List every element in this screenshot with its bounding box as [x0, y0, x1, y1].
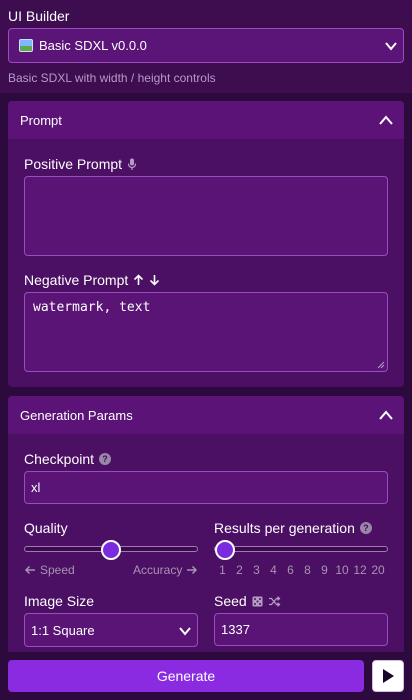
- seed-input[interactable]: 1337: [214, 613, 388, 646]
- checkpoint-label: Checkpoint ?: [24, 451, 112, 467]
- help-icon[interactable]: ?: [99, 453, 112, 465]
- results-tick[interactable]: 8: [299, 563, 316, 577]
- negative-prompt-label: Negative Prompt: [24, 272, 160, 288]
- results-tick[interactable]: 3: [248, 563, 265, 577]
- quality-speed-hint: Speed: [24, 563, 75, 577]
- generation-params-panel: Generation Params Checkpoint ? xl Qualit…: [8, 396, 404, 658]
- arrow-right-icon: [187, 565, 198, 575]
- image-size-value: 1:1 Square: [31, 622, 95, 638]
- seed-label-text: Seed: [214, 593, 247, 609]
- quality-accuracy-hint: Accuracy: [133, 563, 198, 577]
- image-size-label: Image Size: [24, 593, 94, 609]
- arrow-down-icon[interactable]: [149, 274, 160, 286]
- results-tick[interactable]: 4: [265, 563, 282, 577]
- shuffle-icon[interactable]: [268, 595, 281, 607]
- microphone-icon[interactable]: [127, 158, 137, 171]
- negative-prompt-value: watermark, text: [33, 300, 151, 315]
- chevron-down-icon: [385, 42, 397, 51]
- results-slider-track[interactable]: [214, 546, 388, 552]
- positive-prompt-label-text: Positive Prompt: [24, 156, 123, 172]
- workflow-description: Basic SDXL with width / height controls: [8, 71, 216, 85]
- resize-handle-icon[interactable]: [377, 361, 385, 369]
- generate-button[interactable]: Generate: [8, 660, 364, 692]
- generation-params-header[interactable]: Generation Params: [8, 396, 404, 434]
- seed-label: Seed: [214, 593, 281, 609]
- arrow-left-icon: [24, 565, 35, 575]
- app-title: UI Builder: [8, 8, 70, 24]
- results-ticks: 1 2 3 4 6 8 9 10 12 20: [214, 563, 387, 577]
- results-tick[interactable]: 1: [214, 563, 231, 577]
- results-tick[interactable]: 6: [282, 563, 299, 577]
- workflow-select-value: Basic SDXL v0.0.0: [39, 38, 147, 53]
- quality-left-hint-text: Speed: [40, 563, 75, 577]
- quality-slider-thumb[interactable]: [101, 540, 121, 560]
- results-tick[interactable]: 12: [351, 563, 369, 577]
- dice-icon[interactable]: [252, 596, 263, 607]
- negative-prompt-label-text: Negative Prompt: [24, 272, 129, 288]
- checkpoint-label-text: Checkpoint: [24, 451, 95, 467]
- results-slider-thumb[interactable]: [215, 540, 235, 560]
- checkpoint-input[interactable]: xl: [24, 471, 388, 504]
- chevron-down-icon: [179, 627, 191, 636]
- prompt-panel: Prompt Positive Prompt Negative Prompt w…: [8, 101, 404, 387]
- chevron-up-icon[interactable]: [378, 408, 394, 422]
- workflow-select[interactable]: Basic SDXL v0.0.0: [8, 28, 404, 63]
- results-label-text: Results per generation: [214, 520, 355, 536]
- image-size-label-text: Image Size: [24, 593, 95, 609]
- image-icon: [19, 39, 33, 52]
- play-button[interactable]: [372, 660, 404, 692]
- results-tick[interactable]: 9: [316, 563, 333, 577]
- results-label: Results per generation ?: [214, 520, 372, 536]
- prompt-panel-title: Prompt: [20, 112, 62, 128]
- image-size-select[interactable]: 1:1 Square: [24, 613, 198, 647]
- play-icon: [383, 669, 394, 683]
- arrow-up-icon[interactable]: [133, 274, 144, 286]
- generation-params-title: Generation Params: [20, 407, 133, 423]
- results-tick[interactable]: 20: [369, 563, 387, 577]
- results-tick[interactable]: 2: [231, 563, 248, 577]
- quality-label-text: Quality: [24, 520, 68, 536]
- help-icon[interactable]: ?: [359, 522, 372, 534]
- negative-prompt-textarea[interactable]: watermark, text: [24, 292, 388, 372]
- chevron-up-icon[interactable]: [378, 113, 394, 127]
- quality-label: Quality: [24, 520, 68, 536]
- positive-prompt-label: Positive Prompt: [24, 156, 137, 172]
- results-tick[interactable]: 10: [333, 563, 351, 577]
- quality-right-hint-text: Accuracy: [133, 563, 183, 577]
- prompt-panel-header[interactable]: Prompt: [8, 101, 404, 139]
- positive-prompt-textarea[interactable]: [24, 176, 388, 256]
